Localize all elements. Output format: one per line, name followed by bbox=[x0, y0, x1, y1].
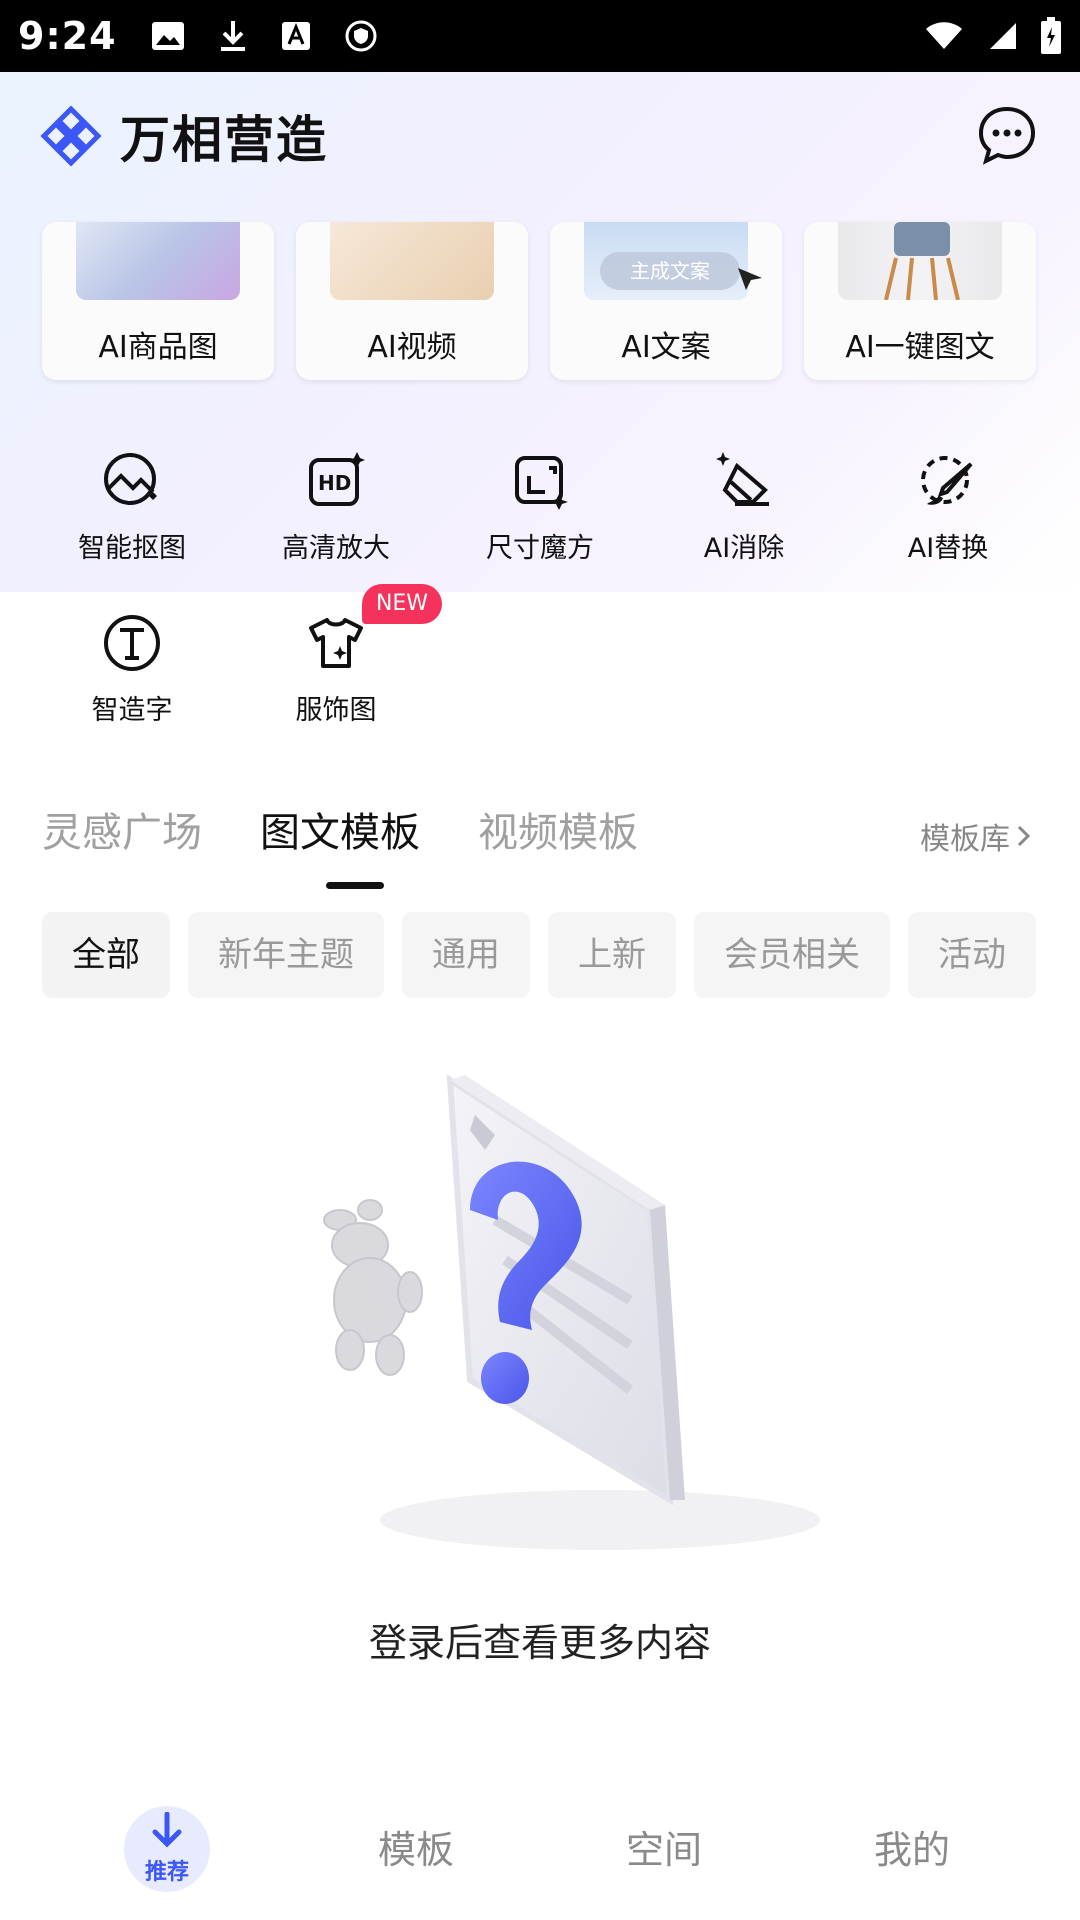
eraser-icon bbox=[716, 452, 769, 506]
tool-label: 服饰图 bbox=[295, 695, 377, 726]
card-ai-copywriting[interactable]: 主成文案 AI文案 bbox=[550, 222, 782, 380]
cutout-icon bbox=[104, 453, 157, 505]
tab-video-templates[interactable]: 视频模板 bbox=[478, 800, 638, 858]
hd-icon: HD bbox=[309, 452, 365, 506]
nav-templates[interactable]: 模板 bbox=[316, 1800, 516, 1900]
category-chips: 全部 新年主题 通用 上新 会员相关 活动 bbox=[42, 912, 1038, 998]
image-icon bbox=[151, 22, 184, 50]
app-logo: 万相营造 bbox=[40, 100, 328, 172]
resize-icon bbox=[515, 456, 568, 510]
tool-label: 智造字 bbox=[91, 695, 173, 726]
tool-label: 高清放大 bbox=[282, 533, 390, 564]
cursor-icon bbox=[738, 268, 762, 290]
tool-ai-replace[interactable]: AI替换 bbox=[868, 452, 1028, 565]
tool-smart-cutout[interactable]: 智能抠图 bbox=[52, 452, 212, 565]
text-icon bbox=[104, 615, 160, 671]
bottom-nav: 推荐 模板 空间 我的 bbox=[0, 1800, 1080, 1920]
status-time: 9:24 bbox=[18, 14, 117, 58]
card-ai-product-image[interactable]: AI商品图 bbox=[42, 222, 274, 380]
card-label: AI视频 bbox=[367, 330, 457, 365]
wifi-icon bbox=[926, 22, 962, 49]
chevron-right-icon bbox=[1017, 825, 1031, 847]
chair-icon bbox=[884, 222, 960, 300]
logo-icon bbox=[40, 105, 102, 167]
ai-feature-cards: AI商品图 AI视频 主成文案 AI文案 AI一键图文 bbox=[42, 222, 1038, 380]
battery-icon bbox=[1041, 17, 1061, 54]
tool-size-cube[interactable]: 尺寸魔方 bbox=[460, 452, 620, 565]
login-prompt[interactable]: 登录后查看更多内容 bbox=[0, 1612, 1080, 1667]
tool-smart-text[interactable]: 智造字 bbox=[52, 614, 212, 727]
tab-image-templates[interactable]: 图文模板 bbox=[260, 800, 420, 858]
tool-label: AI替换 bbox=[907, 533, 989, 564]
brush-replace-icon bbox=[921, 456, 973, 505]
empty-state-illustration bbox=[323, 1074, 820, 1550]
video-thumbnail bbox=[330, 222, 494, 300]
tab-inspiration[interactable]: 灵感广场 bbox=[42, 800, 202, 858]
nav-mine[interactable]: 我的 bbox=[812, 1800, 1012, 1900]
card-label: AI商品图 bbox=[98, 330, 218, 365]
template-library-label: 模板库 bbox=[920, 822, 1010, 857]
nav-recommend-label: 推荐 bbox=[144, 1860, 189, 1885]
arrow-down-icon bbox=[152, 1812, 182, 1848]
card-label: AI文案 bbox=[621, 330, 711, 365]
tool-label: 智能抠图 bbox=[78, 533, 186, 564]
nav-space[interactable]: 空间 bbox=[564, 1800, 764, 1900]
app-name: 万相营造 bbox=[120, 111, 328, 169]
chip-general[interactable]: 通用 bbox=[402, 912, 530, 998]
tool-label: 尺寸魔方 bbox=[486, 533, 594, 564]
active-tab-indicator bbox=[326, 882, 384, 889]
chip-membership[interactable]: 会员相关 bbox=[694, 912, 890, 998]
tool-hd-upscale[interactable]: HD 高清放大 bbox=[256, 452, 416, 565]
tool-ai-erase[interactable]: AI消除 bbox=[664, 452, 824, 565]
card-ai-one-click[interactable]: AI一键图文 bbox=[804, 222, 1036, 380]
status-bar: 9:24 bbox=[0, 0, 1080, 72]
generate-copy-pill: 主成文案 bbox=[600, 252, 740, 290]
svg-text:HD: HD bbox=[318, 471, 351, 495]
download-icon bbox=[220, 21, 245, 51]
tool-apparel[interactable]: 服饰图 bbox=[256, 614, 416, 727]
chip-new-year[interactable]: 新年主题 bbox=[188, 912, 384, 998]
card-ai-video[interactable]: AI视频 bbox=[296, 222, 528, 380]
chip-new-arrivals[interactable]: 上新 bbox=[548, 912, 676, 998]
template-library-link[interactable]: 模板库 bbox=[920, 814, 1032, 858]
product-image-thumbnail bbox=[76, 222, 240, 300]
card-label: AI一键图文 bbox=[845, 330, 995, 365]
tshirt-icon bbox=[309, 618, 363, 668]
vpn-shield-icon bbox=[345, 20, 377, 52]
font-icon bbox=[281, 22, 310, 50]
nav-recommend[interactable]: 推荐 bbox=[124, 1806, 210, 1892]
message-icon[interactable] bbox=[976, 104, 1038, 166]
tool-label: AI消除 bbox=[703, 533, 785, 564]
signal-icon bbox=[990, 23, 1016, 49]
content-tabs: 灵感广场 图文模板 视频模板 bbox=[42, 800, 638, 858]
chip-all[interactable]: 全部 bbox=[42, 912, 170, 998]
new-badge: NEW bbox=[362, 584, 442, 624]
chip-activity[interactable]: 活动 bbox=[908, 912, 1036, 998]
